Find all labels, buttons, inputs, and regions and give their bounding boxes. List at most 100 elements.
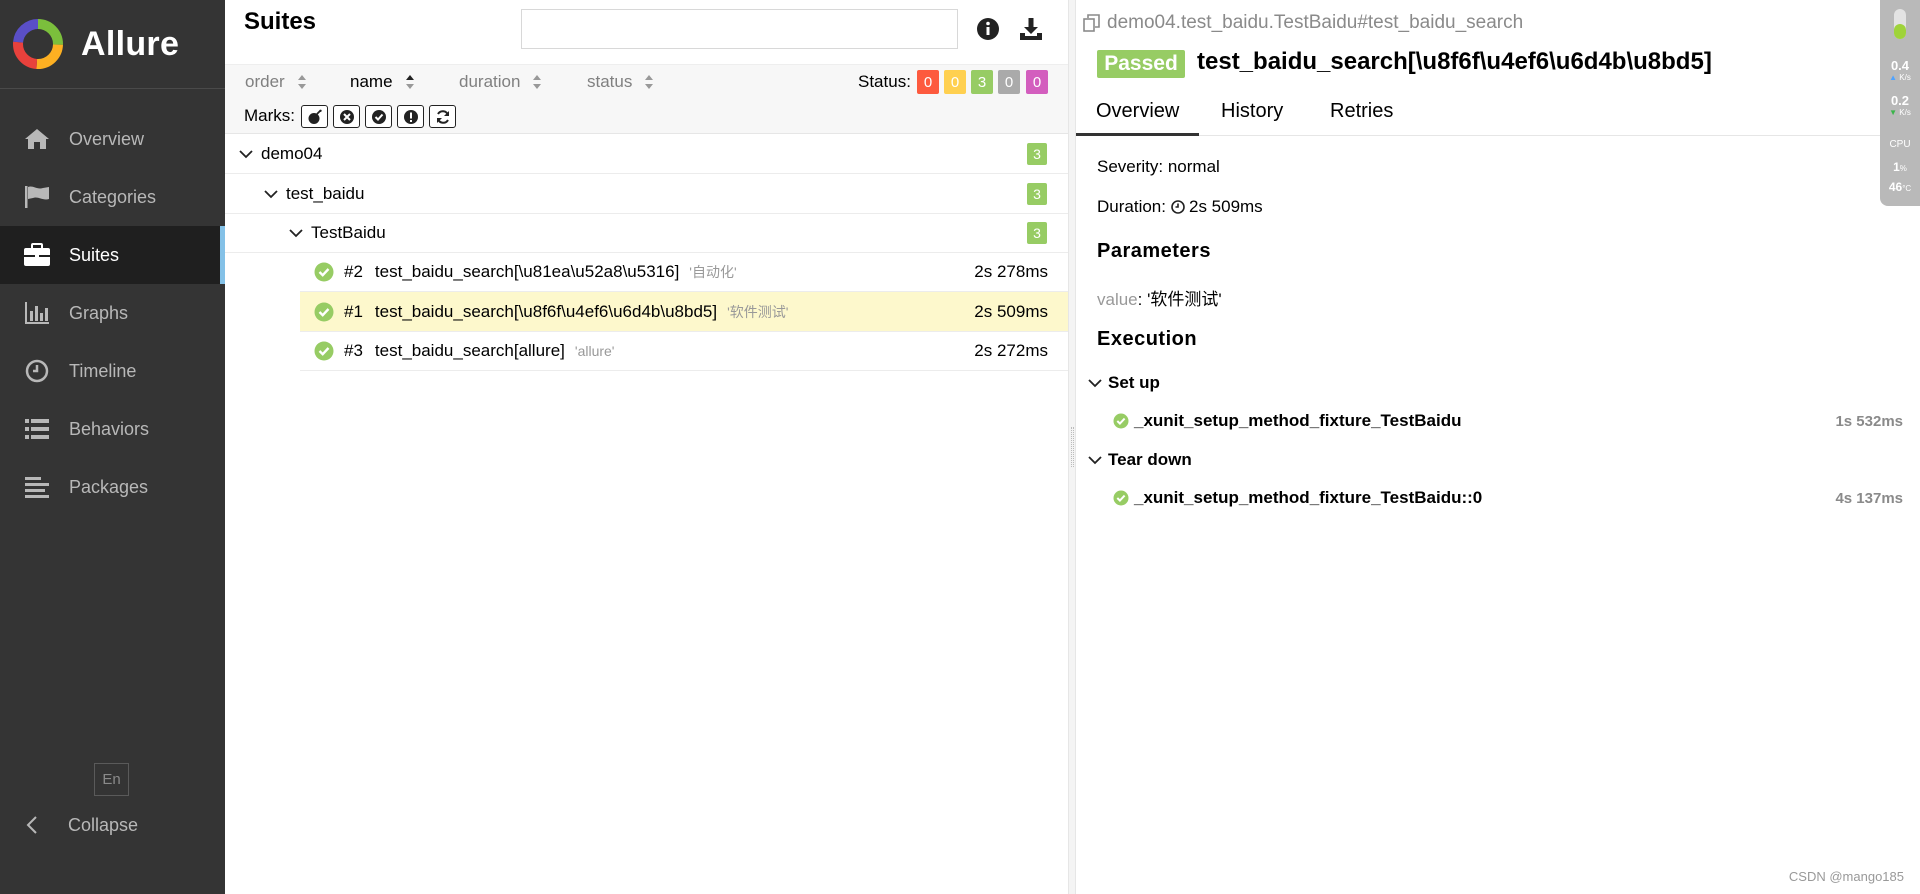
test-param: '自动化': [689, 263, 737, 280]
clock-icon: [1171, 200, 1185, 214]
sidebar-item-label: Overview: [69, 128, 145, 149]
status-skipped-toggle[interactable]: 0: [998, 70, 1020, 94]
times-circle-icon: [339, 109, 354, 124]
step-name: _xunit_setup_method_fixture_TestBaidu::0: [1134, 488, 1483, 507]
mark-new-broken-toggle[interactable]: [397, 105, 424, 128]
briefcase-icon: [23, 241, 51, 269]
sort-status[interactable]: status: [587, 72, 654, 92]
sort-duration[interactable]: duration: [459, 72, 542, 92]
tree-group-test-baidu[interactable]: test_baidu 3: [225, 174, 1068, 214]
duration-label: Duration:: [1097, 197, 1166, 216]
teardown-step[interactable]: _xunit_setup_method_fixture_TestBaidu::0…: [1113, 488, 1903, 508]
sidebar-item-label: Categories: [69, 186, 157, 207]
step-duration: 4s 137ms: [1835, 489, 1903, 507]
chevron-down-icon: [287, 228, 305, 238]
tree-group-demo04[interactable]: demo04 3: [225, 134, 1068, 174]
tree-group-label: TestBaidu: [311, 222, 386, 242]
test-number: #1: [344, 301, 363, 321]
search-input[interactable]: [521, 9, 958, 49]
sidebar-item-label: Packages: [69, 476, 149, 497]
net-up-value: 0.4: [1890, 58, 1910, 73]
status-badge: Passed: [1097, 50, 1185, 78]
parameter-key: value: [1097, 290, 1138, 309]
teardown-section-toggle[interactable]: Tear down: [1088, 450, 1192, 470]
count-badge: 3: [1027, 142, 1047, 165]
brand-name: Allure: [81, 24, 180, 63]
breadcrumb: demo04.test_baidu.TestBaidu#test_baidu_s…: [1083, 12, 1523, 34]
system-monitor-widget[interactable]: 0.4 ▲ K/s 0.2 ▼ K/s CPU 1% 46°C: [1880, 0, 1920, 206]
sort-arrows-icon: [532, 74, 542, 90]
test-case-row[interactable]: #3 test_baidu_search[allure] 'allure' 2s…: [300, 331, 1068, 371]
test-case-row[interactable]: #2 test_baidu_search[\u81ea\u52a8\u5316]…: [300, 252, 1068, 292]
test-duration: 2s 278ms: [974, 261, 1048, 281]
cpu-value: 1%: [1893, 160, 1907, 174]
tree-group-label: demo04: [261, 143, 323, 163]
status-filter-label: Status:: [858, 72, 911, 91]
mark-new-failed-toggle[interactable]: [333, 105, 360, 128]
mark-retries-toggle[interactable]: [429, 105, 456, 128]
net-down-value: 0.2: [1890, 93, 1910, 108]
pane-splitter[interactable]: [1068, 0, 1076, 894]
clock-icon: [23, 357, 51, 385]
refresh-icon: [436, 109, 449, 124]
detail-tabs: Overview History Retries: [1076, 94, 1920, 136]
sort-arrows-icon: [405, 74, 415, 90]
page-title: Suites: [244, 8, 317, 35]
temperature-value: 46°C: [1888, 180, 1912, 194]
passed-check-icon: [1113, 413, 1129, 429]
tab-history[interactable]: History: [1201, 94, 1303, 136]
passed-check-icon: [314, 302, 334, 322]
status-passed-toggle[interactable]: 3: [971, 70, 993, 94]
sidebar: Allure Overview Categories Suites Graphs: [0, 0, 225, 894]
test-case-row-selected[interactable]: #1 test_baidu_search[\u8f6f\u4ef6\u6d4b\…: [300, 292, 1068, 332]
parameters-heading: Parameters: [1097, 240, 1211, 262]
sidebar-item-behaviors[interactable]: Behaviors: [0, 400, 225, 458]
sidebar-item-packages[interactable]: Packages: [0, 458, 225, 516]
language-button[interactable]: En: [94, 763, 129, 796]
chevron-down-icon: [1088, 378, 1102, 388]
info-icon[interactable]: [973, 14, 1003, 44]
chevron-down-icon: [1088, 455, 1102, 465]
sidebar-item-suites[interactable]: Suites: [0, 226, 225, 284]
step-duration: 1s 532ms: [1835, 412, 1903, 430]
mark-new-passed-toggle[interactable]: [365, 105, 392, 128]
status-unknown-toggle[interactable]: 0: [1026, 70, 1048, 94]
sort-name[interactable]: name: [350, 72, 415, 92]
check-circle-icon: [371, 109, 386, 124]
teardown-label: Tear down: [1108, 450, 1192, 469]
test-param: 'allure': [574, 342, 615, 359]
parameter-value: : '软件测试': [1137, 290, 1222, 309]
status-failed-toggle[interactable]: 0: [917, 70, 939, 94]
sidebar-item-overview[interactable]: Overview: [0, 110, 225, 168]
collapse-button[interactable]: Collapse: [26, 810, 138, 840]
duration-value: 2s 509ms: [1188, 197, 1263, 216]
net-up-unit: ▲ K/s: [1889, 73, 1911, 82]
sort-order[interactable]: order: [245, 72, 307, 92]
tab-overview[interactable]: Overview: [1076, 94, 1200, 136]
severity-line: Severity: normal: [1097, 157, 1220, 176]
mark-flaky-toggle[interactable]: [301, 105, 328, 128]
setup-step[interactable]: _xunit_setup_method_fixture_TestBaidu 1s…: [1113, 411, 1903, 431]
bomb-icon: [308, 109, 322, 124]
marks-label: Marks:: [244, 106, 295, 125]
sidebar-item-graphs[interactable]: Graphs: [0, 284, 225, 342]
sort-toolbar: order name duration status Status: 0 0 3…: [225, 64, 1068, 134]
tree-group-testbaidu[interactable]: TestBaidu 3: [225, 213, 1068, 253]
copy-icon[interactable]: [1083, 14, 1101, 32]
parameter-row: value: '软件测试': [1097, 285, 1222, 310]
download-icon[interactable]: [1016, 14, 1046, 44]
memory-gauge-icon: [1894, 9, 1906, 39]
sidebar-item-label: Behaviors: [69, 418, 150, 439]
sidebar-item-categories[interactable]: Categories: [0, 168, 225, 226]
tab-retries[interactable]: Retries: [1310, 94, 1413, 136]
cpu-label: CPU: [1889, 139, 1911, 150]
passed-check-icon: [314, 262, 334, 282]
tree-group-label: test_baidu: [286, 183, 365, 203]
brand[interactable]: Allure: [0, 0, 225, 89]
setup-section-toggle[interactable]: Set up: [1088, 373, 1160, 393]
count-badge: 3: [1027, 182, 1047, 205]
sidebar-item-timeline[interactable]: Timeline: [0, 342, 225, 400]
sort-label: status: [587, 72, 633, 91]
status-broken-toggle[interactable]: 0: [944, 70, 966, 94]
net-down-unit: ▼ K/s: [1889, 108, 1911, 117]
